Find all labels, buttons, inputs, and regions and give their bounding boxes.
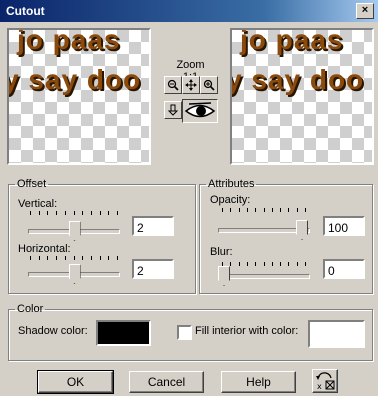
- title-bar: Cutout ×: [0, 0, 378, 22]
- slider-tick: [82, 256, 84, 260]
- ok-button[interactable]: OK: [37, 370, 114, 394]
- slider-tick: [90, 211, 92, 215]
- slider-tick: [246, 208, 248, 212]
- zoom-in-icon: [203, 79, 215, 91]
- preview-text-line-1: jo paas: [17, 28, 121, 55]
- slider-tick: [99, 256, 101, 260]
- slider-tick: [271, 262, 273, 266]
- slider-tick: [255, 208, 257, 212]
- slider-tick: [56, 211, 58, 215]
- slider-tick: [263, 208, 265, 212]
- vertical-input[interactable]: 2: [132, 216, 174, 236]
- slider-tick: [222, 208, 223, 212]
- slider-tick: [82, 211, 84, 215]
- slider-tick: [47, 256, 49, 260]
- move-icon: [167, 104, 179, 116]
- zoom-out-icon: [167, 79, 179, 91]
- slider-tick: [64, 211, 66, 215]
- eye-icon: [184, 102, 216, 118]
- slider-tick: [280, 262, 282, 266]
- reset-icon: x: [316, 372, 335, 391]
- slider-tick: [56, 256, 58, 260]
- horizontal-ticks: [30, 256, 118, 260]
- slider-tick: [230, 262, 232, 266]
- move-button[interactable]: [164, 101, 182, 119]
- slider-tick: [64, 256, 66, 260]
- preview-text-line-2: y say doo: [230, 64, 365, 95]
- slider-tick: [263, 262, 265, 266]
- preview-text-line-2: y say doo: [7, 64, 142, 95]
- slider-tick: [108, 211, 110, 215]
- close-button[interactable]: ×: [356, 3, 374, 19]
- preview-text-line-1: jo paas: [240, 28, 344, 55]
- attributes-group-label: Attributes: [208, 178, 255, 190]
- fill-interior-label: Fill interior with color:: [195, 325, 299, 337]
- vertical-ticks: [30, 211, 118, 215]
- slider-tick: [230, 208, 232, 212]
- slider-tick: [30, 256, 31, 260]
- opacity-input[interactable]: 100: [323, 216, 365, 236]
- slider-tick: [288, 262, 290, 266]
- slider-tick: [288, 208, 290, 212]
- color-group-label: Color: [17, 303, 44, 315]
- zoom-out-button[interactable]: [164, 76, 182, 94]
- blur-track: [218, 274, 310, 279]
- slider-tick: [271, 208, 273, 212]
- offset-group-label: Offset: [17, 178, 47, 190]
- slider-tick: [38, 256, 40, 260]
- slider-tick: [108, 256, 110, 260]
- shadow-color-swatch[interactable]: [96, 320, 151, 346]
- opacity-label: Opacity:: [210, 194, 251, 206]
- slider-tick: [296, 208, 298, 212]
- preview-before: jo paas y say doo: [7, 28, 151, 165]
- slider-tick: [73, 256, 75, 260]
- slider-tick: [117, 211, 118, 215]
- slider-tick: [99, 211, 101, 215]
- shadow-color-label: Shadow color:: [18, 325, 88, 337]
- horizontal-label: Horizontal:: [18, 243, 71, 255]
- pan-button[interactable]: [182, 76, 200, 94]
- slider-tick: [305, 262, 306, 266]
- vertical-label: Vertical:: [18, 198, 58, 210]
- help-button[interactable]: Help: [221, 371, 296, 393]
- slider-tick: [238, 208, 240, 212]
- slider-tick: [255, 262, 257, 266]
- slider-tick: [280, 208, 282, 212]
- slider-tick: [296, 262, 298, 266]
- blur-ticks: [222, 262, 306, 266]
- slider-tick: [305, 208, 306, 212]
- svg-text:x: x: [317, 382, 322, 390]
- proof-toggle[interactable]: [182, 99, 218, 123]
- slider-tick: [117, 256, 118, 260]
- horizontal-input[interactable]: 2: [132, 259, 174, 279]
- blur-input[interactable]: 0: [323, 259, 365, 279]
- slider-tick: [30, 211, 31, 215]
- reset-button[interactable]: x: [312, 369, 338, 393]
- fill-color-swatch[interactable]: [308, 320, 365, 348]
- blur-label: Blur:: [210, 246, 233, 258]
- cancel-button[interactable]: Cancel: [129, 371, 204, 393]
- preview-after: jo paas y say doo: [230, 28, 374, 165]
- slider-tick: [73, 211, 75, 215]
- fill-interior-checkbox[interactable]: [177, 325, 192, 340]
- slider-tick: [238, 262, 240, 266]
- slider-tick: [38, 211, 40, 215]
- opacity-ticks: [222, 208, 306, 212]
- pan-icon: [185, 79, 197, 91]
- slider-tick: [246, 262, 248, 266]
- slider-tick: [222, 262, 223, 266]
- slider-tick: [47, 211, 49, 215]
- zoom-in-button[interactable]: [200, 76, 218, 94]
- slider-tick: [90, 256, 92, 260]
- window-title: Cutout: [6, 4, 45, 18]
